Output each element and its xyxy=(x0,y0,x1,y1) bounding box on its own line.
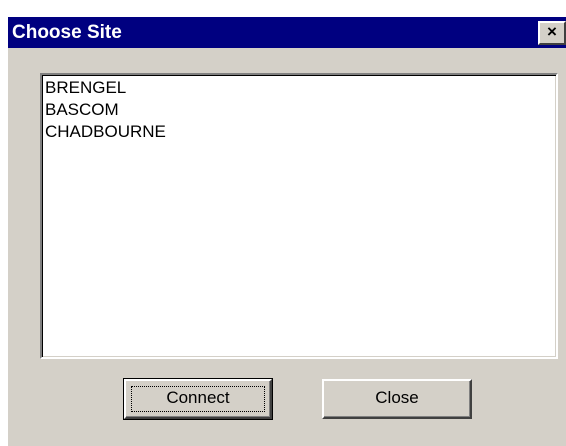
site-listbox[interactable]: BRENGEL BASCOM CHADBOURNE xyxy=(40,73,558,359)
list-item-chadbourne[interactable]: CHADBOURNE xyxy=(44,121,554,143)
connect-button[interactable]: Connect xyxy=(123,378,273,420)
close-icon[interactable]: × xyxy=(538,21,566,45)
list-item-brengel[interactable]: BRENGEL xyxy=(44,77,554,99)
title-bar[interactable]: Choose Site × xyxy=(8,17,566,48)
close-button[interactable]: Close xyxy=(322,379,472,419)
connect-button-label: Connect xyxy=(166,388,230,407)
dialog-title: Choose Site xyxy=(12,22,122,43)
choose-site-dialog: Choose Site × BRENGEL BASCOM CHADBOURNE … xyxy=(6,15,566,446)
list-item-bascom[interactable]: BASCOM xyxy=(44,99,554,121)
close-button-label: Close xyxy=(375,388,419,407)
